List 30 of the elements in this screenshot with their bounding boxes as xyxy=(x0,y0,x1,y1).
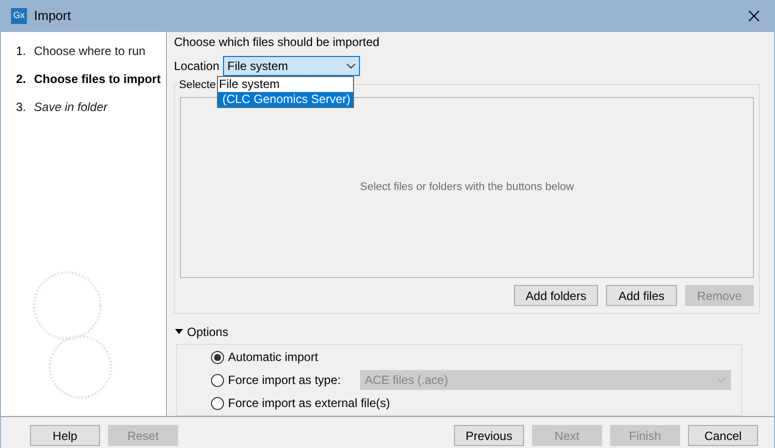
dialog-button[interactable]: Previous xyxy=(454,425,524,446)
step-number: 3. xyxy=(16,99,26,116)
radio-label: Force import as type: xyxy=(228,372,341,389)
step-number: 1. xyxy=(16,43,26,60)
radio-button[interactable] xyxy=(211,396,224,410)
expand-triangle-icon[interactable] xyxy=(175,329,183,335)
location-dropdown[interactable]: File system xyxy=(223,56,360,76)
options-header: Options xyxy=(187,324,228,341)
dialog-button[interactable]: Add files xyxy=(606,285,677,306)
close-icon[interactable] xyxy=(748,10,760,22)
dialog-button[interactable]: Add folders xyxy=(514,285,598,306)
location-label: Location xyxy=(174,58,220,75)
step-number: 2. xyxy=(16,71,26,88)
dialog-button[interactable]: Help xyxy=(30,425,100,446)
radio-label: Force import as external file(s) xyxy=(228,395,390,412)
radio-label: Automatic import xyxy=(228,349,318,366)
window-title: Import xyxy=(34,7,71,26)
chevron-down-icon xyxy=(716,377,726,383)
section-heading: Choose which files should be imported xyxy=(174,34,380,51)
dialog-button[interactable]: Cancel xyxy=(688,425,758,446)
dropdown-option[interactable]: File system xyxy=(218,77,353,92)
radio-button[interactable] xyxy=(211,374,224,386)
wizard-step: Choose files to import xyxy=(34,70,161,88)
app-logo: Gx xyxy=(11,8,27,24)
radio-button[interactable] xyxy=(211,350,224,364)
chevron-down-icon xyxy=(346,63,356,69)
empty-hint: Select files or folders with the buttons below xyxy=(360,180,574,196)
wizard-step: Save in folder xyxy=(34,98,108,116)
dropdown-option[interactable]: (CLC Genomics Server) xyxy=(218,92,353,107)
wizard-step: Choose where to run xyxy=(34,42,146,60)
